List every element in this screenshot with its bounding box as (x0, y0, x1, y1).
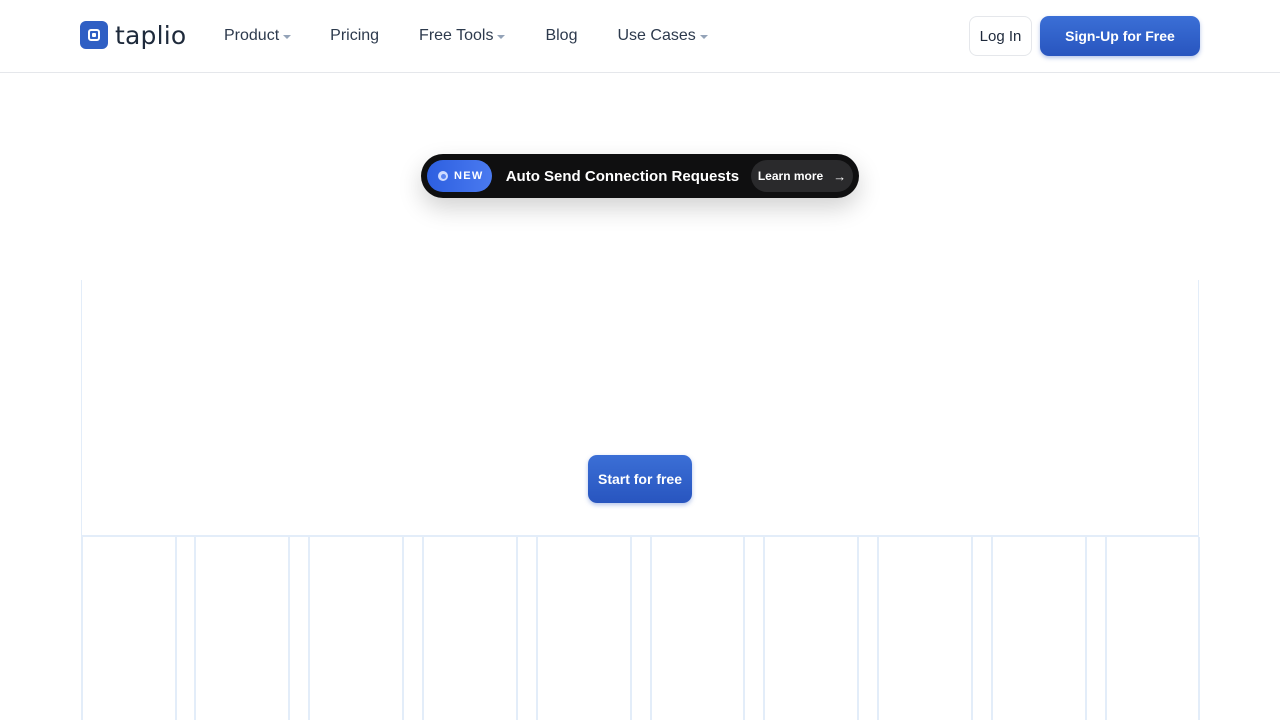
grid-line (516, 537, 518, 720)
grid-line (1085, 537, 1087, 720)
announcement-text: Auto Send Connection Requests (505, 167, 740, 185)
site-header: taplio Product Pricing Free Tools Blog U… (0, 0, 1280, 73)
caret-down-icon (497, 34, 506, 39)
main-nav: Product Pricing Free Tools Blog Use Case… (224, 25, 708, 47)
nav-item-product[interactable]: Product (224, 27, 292, 45)
grid-line (991, 537, 993, 720)
decorative-grid (0, 537, 1280, 720)
nav-item-blog[interactable]: Blog (545, 27, 577, 45)
grid-line (81, 537, 83, 720)
announcement-banner[interactable]: NEW Auto Send Connection Requests Learn … (421, 154, 859, 198)
grid-line (971, 537, 973, 720)
learn-more-label: Learn more (757, 169, 824, 183)
grid-line (422, 537, 424, 720)
nav-item-label: Use Cases (617, 27, 696, 44)
caret-down-icon (283, 34, 292, 39)
grid-line (1198, 537, 1200, 720)
nav-item-free-tools[interactable]: Free Tools (419, 27, 506, 45)
nav-item-label: Free Tools (419, 27, 494, 44)
grid-line (536, 537, 538, 720)
new-badge: NEW (427, 160, 492, 192)
grid-line (288, 537, 290, 720)
signup-button[interactable]: Sign-Up for Free (1040, 16, 1200, 56)
dot-icon (438, 171, 448, 181)
new-badge-label: NEW (454, 170, 484, 182)
grid-line (630, 537, 632, 720)
grid-line (857, 537, 859, 720)
grid-line (650, 537, 652, 720)
nav-item-use-cases[interactable]: Use Cases (617, 27, 708, 45)
nav-item-label: Blog (545, 27, 578, 44)
taplio-logo[interactable]: taplio (80, 20, 186, 50)
grid-line (194, 537, 196, 720)
grid-line (763, 537, 765, 720)
learn-more-button[interactable]: Learn more → (751, 160, 853, 192)
nav-item-label: Product (224, 27, 280, 44)
login-button[interactable]: Log In (969, 16, 1032, 56)
grid-line (1105, 537, 1107, 720)
grid-line (308, 537, 310, 720)
grid-line (877, 537, 879, 720)
arrow-right-icon: → (833, 168, 847, 184)
nav-item-label: Pricing (330, 27, 380, 44)
caret-down-icon (699, 34, 708, 39)
start-for-free-button[interactable]: Start for free (588, 455, 692, 503)
nav-item-pricing[interactable]: Pricing (330, 27, 379, 45)
grid-line (402, 537, 404, 720)
logo-text: taplio (115, 20, 187, 50)
grid-line (175, 537, 177, 720)
grid-line (743, 537, 745, 720)
taplio-logo-icon (80, 21, 108, 49)
